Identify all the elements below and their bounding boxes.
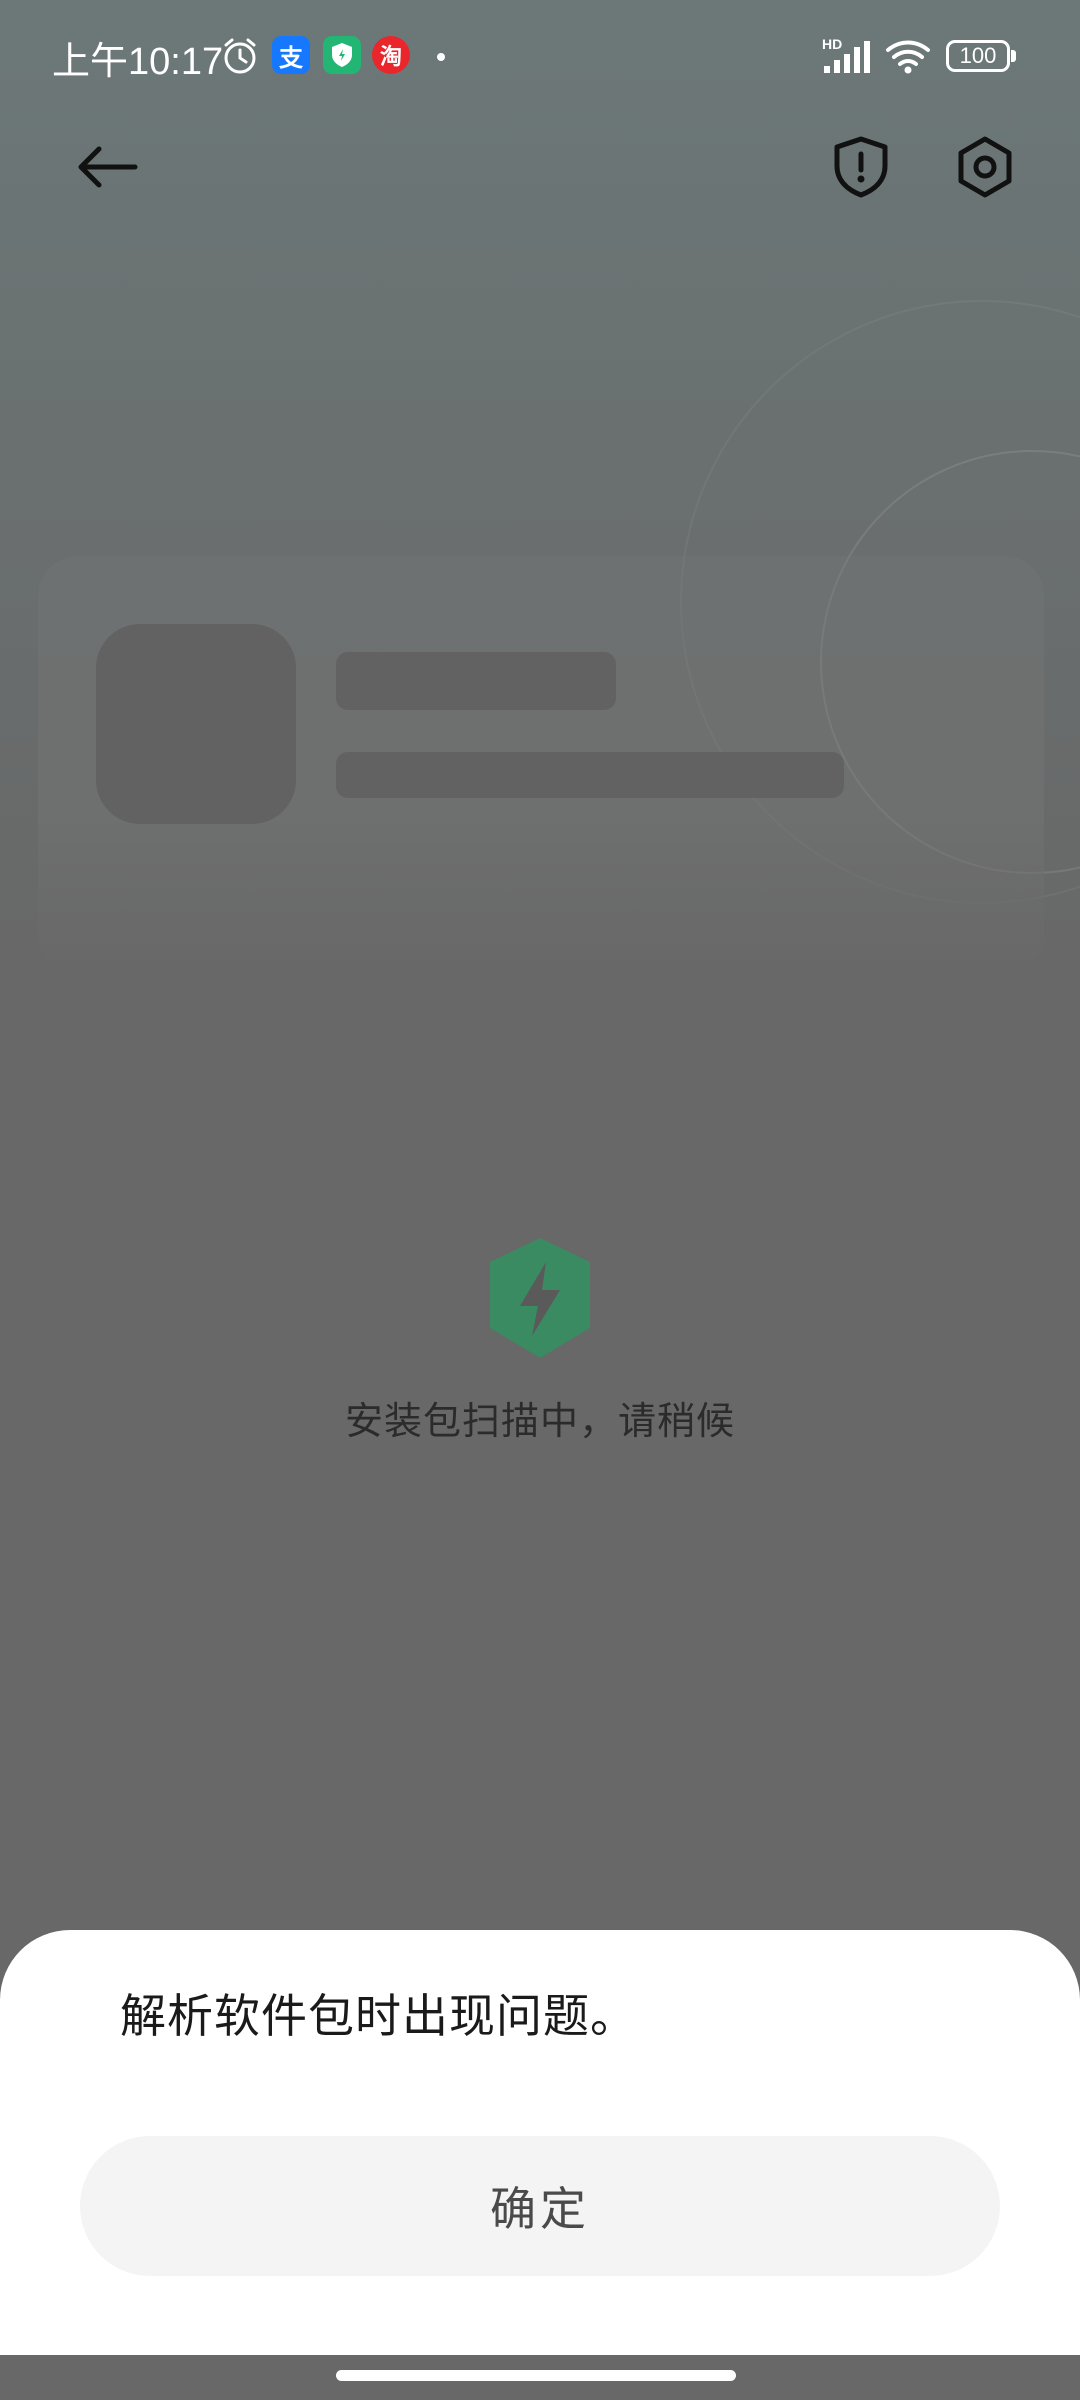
settings-button[interactable] xyxy=(940,122,1030,212)
notification-dot xyxy=(437,53,445,61)
screen: 上午10:17 支 淘 HD 100 安装包扫描中，请稍候 解析软件包时出现问题… xyxy=(0,0,1080,2400)
app-icon-placeholder xyxy=(96,624,296,824)
gear-icon xyxy=(958,136,1012,198)
error-dialog: 解析软件包时出现问题。 确定 xyxy=(0,1930,1080,2355)
battery-icon: 100 xyxy=(946,40,1010,72)
scan-status-text: 安装包扫描中，请稍候 xyxy=(344,1399,735,1443)
back-arrow-icon xyxy=(78,146,138,188)
dialog-message: 解析软件包时出现问题。 xyxy=(120,1989,637,2043)
wifi-icon xyxy=(886,40,930,74)
shield-bolt-icon xyxy=(490,1238,590,1358)
shield-alert-icon xyxy=(834,136,888,198)
alipay-glyph: 支 xyxy=(279,43,303,72)
signal-icon xyxy=(824,41,870,73)
card-fade xyxy=(38,820,1044,980)
security-report-button[interactable] xyxy=(816,122,906,212)
back-button[interactable] xyxy=(62,122,152,212)
app-name-placeholder xyxy=(336,652,616,710)
security-app-icon xyxy=(323,36,361,74)
shield-small-icon xyxy=(332,43,352,67)
battery-level: 100 xyxy=(959,43,997,68)
app-detail-placeholder xyxy=(336,752,844,798)
alipay-icon: 支 xyxy=(272,36,310,74)
home-indicator[interactable] xyxy=(336,2370,736,2381)
battery-tip xyxy=(1011,50,1016,62)
confirm-button[interactable]: 确定 xyxy=(80,2136,1000,2276)
alarm-icon xyxy=(224,38,256,74)
status-bar: 上午10:17 支 淘 HD 100 xyxy=(0,0,1080,112)
taobao-glyph: 淘 xyxy=(379,45,402,70)
status-time: 上午10:17 xyxy=(52,41,224,83)
taobao-icon: 淘 xyxy=(372,36,410,74)
